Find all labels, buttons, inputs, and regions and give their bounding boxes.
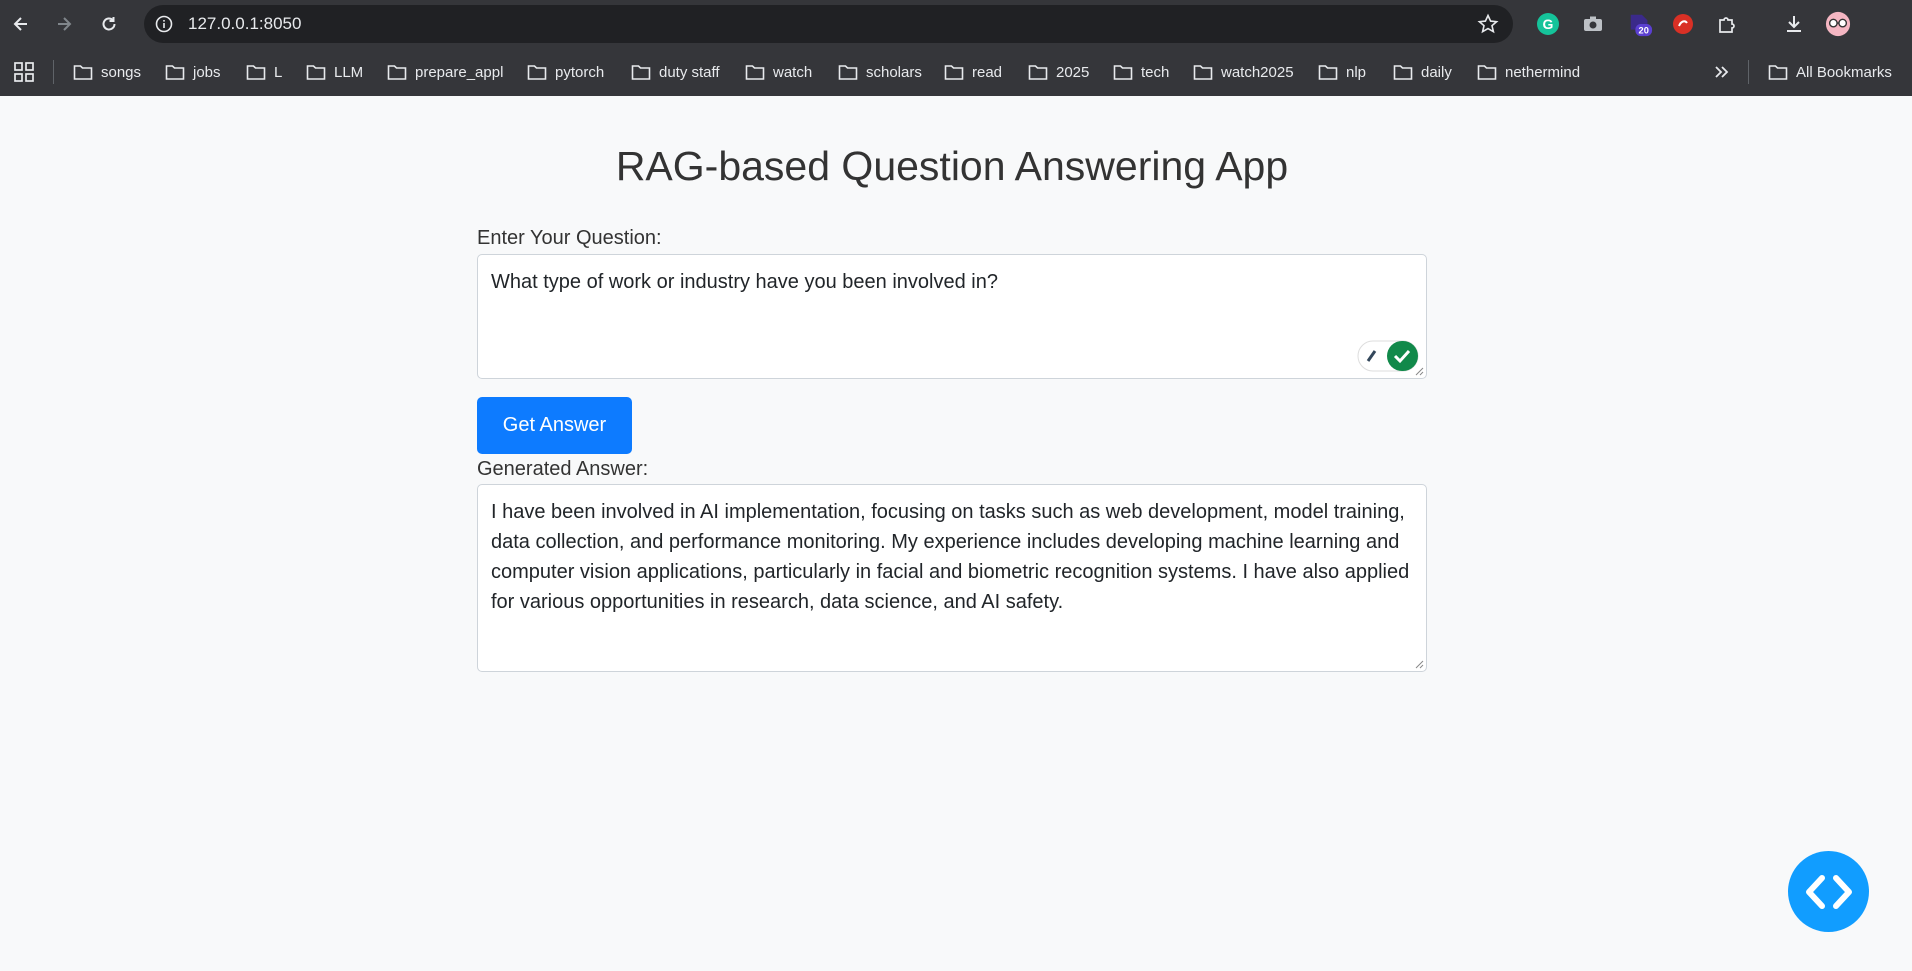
answer-text: I have been involved in AI implementatio… [491, 501, 1410, 613]
folder-icon [1318, 65, 1338, 80]
bookmarks-divider [1748, 60, 1749, 84]
folder-icon [1768, 65, 1788, 80]
folder-icon [631, 65, 651, 80]
extensions-puzzle-icon[interactable] [1714, 11, 1740, 37]
bookmark-folder[interactable]: prepare_appl [387, 48, 503, 96]
answer-label: Generated Answer: [477, 458, 649, 480]
bookmark-label: duty staff [659, 63, 720, 81]
answer-output[interactable]: I have been involved in AI implementatio… [477, 484, 1427, 672]
bookmark-label: daily [1421, 63, 1452, 81]
bookmark-folder[interactable]: L [246, 48, 282, 96]
folder-icon [745, 65, 765, 80]
address-bar[interactable]: 127.0.0.1:8050 [144, 5, 1513, 43]
red-extension-icon[interactable] [1670, 11, 1696, 37]
bookmark-label: scholars [866, 63, 922, 81]
folder-icon [306, 65, 326, 80]
bookmark-folder[interactable]: daily [1393, 48, 1452, 96]
folder-icon [246, 65, 266, 80]
resize-handle-icon[interactable] [1414, 659, 1424, 669]
bookmark-label: songs [101, 63, 142, 81]
grammarly-icon[interactable]: G [1535, 11, 1561, 37]
folder-icon [944, 65, 964, 80]
profile-avatar-icon[interactable] [1825, 11, 1851, 37]
bookmark-folder[interactable]: 2025 [1028, 48, 1089, 96]
bookmark-folder[interactable]: LLM [306, 48, 363, 96]
bookmark-folder[interactable]: nethermind [1477, 48, 1580, 96]
question-label: Enter Your Question: [477, 227, 662, 249]
bookmark-label: nethermind [1505, 63, 1581, 81]
bookmark-folder[interactable]: tech [1113, 48, 1169, 96]
apps-grid-icon[interactable] [12, 60, 36, 84]
svg-text:20: 20 [1639, 25, 1649, 35]
bookmark-folder[interactable]: watch [745, 48, 812, 96]
browser-toolbar: 127.0.0.1:8050 G 20 [0, 0, 1912, 48]
bookmarks-divider [53, 60, 54, 84]
folder-icon [1393, 65, 1413, 80]
bookmark-label: tech [1141, 63, 1170, 81]
folder-icon [838, 65, 858, 80]
bookmarks-bar: songs jobs L LLM prepare_appl pytorch duty sta… [0, 48, 1912, 96]
camera-icon[interactable] [1580, 11, 1606, 37]
bookmark-label: prepare_appl [415, 63, 504, 81]
folder-icon [387, 65, 407, 80]
site-info-icon[interactable] [152, 12, 176, 36]
folder-icon [1193, 65, 1213, 80]
folder-icon [1028, 65, 1048, 80]
bookmark-label: nlp [1346, 63, 1367, 81]
url-text[interactable]: 127.0.0.1:8050 [188, 5, 301, 43]
bookmark-star-icon[interactable] [1477, 13, 1499, 35]
svg-text:G: G [1543, 16, 1554, 32]
devtools-toggle-button[interactable] [1788, 851, 1869, 932]
bookmark-label: read [972, 63, 1003, 81]
download-icon[interactable] [1781, 11, 1807, 37]
forward-arrow-icon[interactable] [49, 9, 79, 39]
reload-icon[interactable] [94, 9, 124, 39]
bookmark-label: L [274, 63, 283, 81]
bookmark-folder[interactable]: pytorch [527, 48, 604, 96]
folder-icon [73, 65, 93, 80]
folder-icon [1113, 65, 1133, 80]
bookmark-label: watch2025 [1221, 63, 1294, 81]
all-bookmarks[interactable]: All Bookmarks [1768, 48, 1892, 96]
bookmark-folder[interactable]: read [944, 48, 1002, 96]
bookmark-label: pytorch [555, 63, 605, 81]
extension-badge-icon[interactable]: 20 [1627, 11, 1653, 37]
bookmark-label: 2025 [1056, 63, 1090, 81]
bookmark-label: LLM [334, 63, 364, 81]
grammar-checker-widget[interactable] [1357, 340, 1419, 372]
question-input[interactable]: What type of work or industry have you b… [477, 254, 1427, 379]
question-text[interactable]: What type of work or industry have you b… [491, 271, 998, 293]
get-answer-button[interactable]: Get Answer [477, 397, 632, 454]
bookmark-folder[interactable]: scholars [838, 48, 922, 96]
bookmark-folder[interactable]: jobs [165, 48, 221, 96]
folder-icon [1477, 65, 1497, 80]
page-title: RAG-based Question Answering App [615, 143, 1289, 189]
back-arrow-icon[interactable] [6, 9, 36, 39]
all-bookmarks-label: All Bookmarks [1796, 63, 1892, 81]
bookmark-folder[interactable]: duty staff [631, 48, 720, 96]
bookmark-label: jobs [193, 63, 221, 81]
bookmark-folder[interactable]: watch2025 [1193, 48, 1294, 96]
folder-icon [527, 65, 547, 80]
bookmark-folder[interactable]: songs [73, 48, 141, 96]
chevron-double-right-icon[interactable] [1710, 60, 1734, 84]
folder-icon [165, 65, 185, 80]
code-brackets-icon [1805, 874, 1852, 909]
bookmark-folder[interactable]: nlp [1318, 48, 1366, 96]
bookmark-label: watch [773, 63, 813, 81]
